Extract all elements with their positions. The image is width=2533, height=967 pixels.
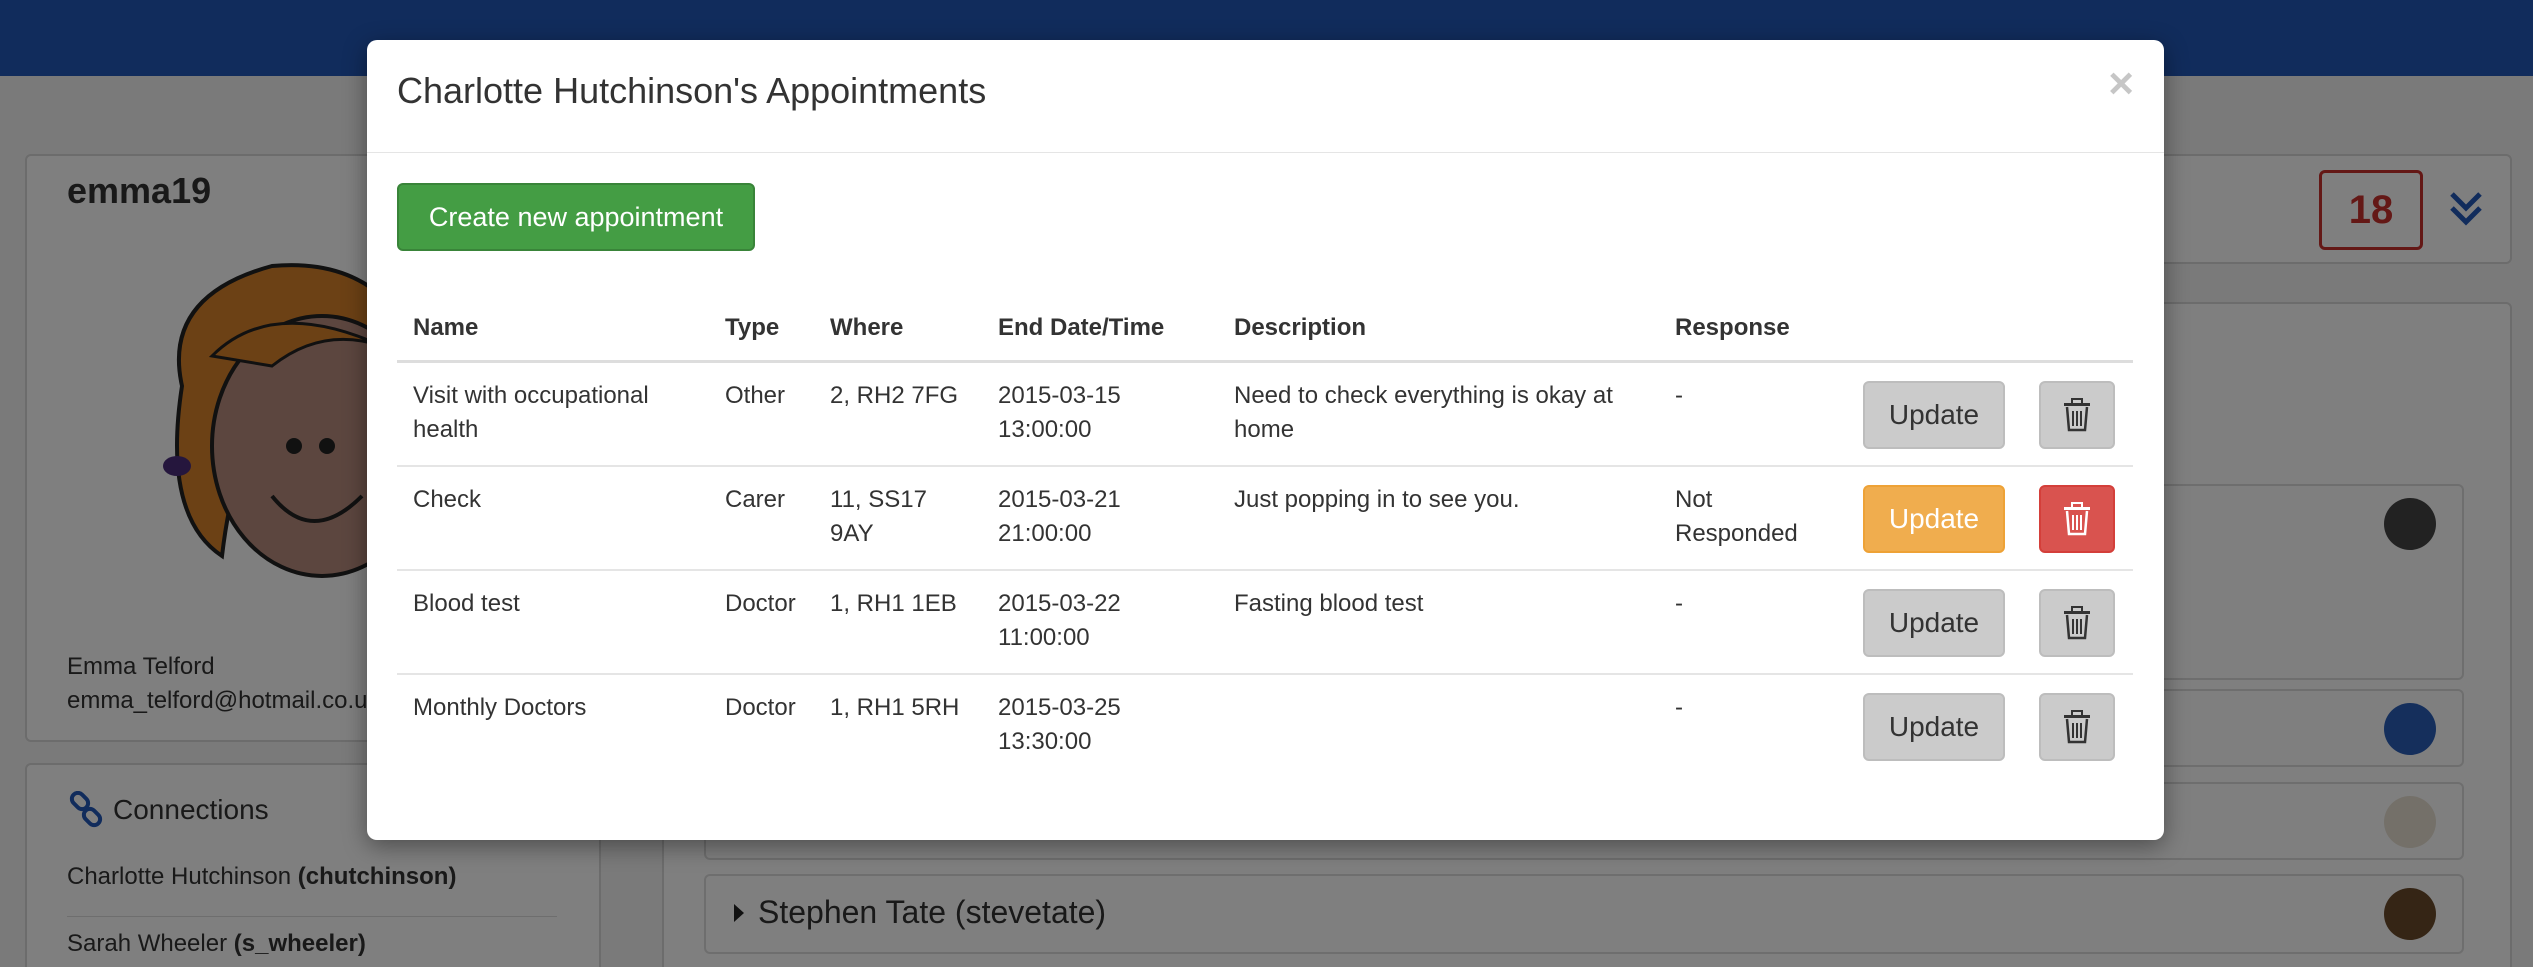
cell-delete bbox=[2023, 465, 2133, 570]
column-header-end-datetime: End Date/Time bbox=[982, 314, 1218, 363]
appointments-modal: Charlotte Hutchinson's Appointments × Cr… bbox=[367, 40, 2164, 840]
cell-delete bbox=[2023, 673, 2133, 778]
delete-button[interactable] bbox=[2039, 693, 2115, 761]
cell-end-datetime: 2015-03-22 11:00:00 bbox=[982, 569, 1218, 674]
cell-type: Other bbox=[725, 382, 786, 409]
cell-where: 11, SS17 9AY bbox=[814, 465, 982, 570]
appointments-table: Name Type Where End Date/Time Descriptio… bbox=[397, 314, 2133, 778]
cell-update: Update bbox=[1847, 673, 2023, 778]
table-header-row: Name Type Where End Date/Time Descriptio… bbox=[397, 314, 2133, 363]
trash-icon bbox=[2064, 502, 2090, 536]
table-row: Check Carer 11, SS17 9AY 2015-03-21 21:00… bbox=[397, 465, 2133, 570]
cell-end-datetime: 2015-03-21 21:00:00 bbox=[982, 465, 1218, 570]
update-button[interactable]: Update bbox=[1863, 693, 2005, 761]
cell-name: Monthly Doctors bbox=[397, 673, 709, 778]
cell-description: Need to check everything is okay at home bbox=[1234, 382, 1613, 443]
cell-update: Update bbox=[1847, 362, 2023, 467]
create-appointment-button[interactable]: Create new appointment bbox=[397, 183, 755, 251]
end-time: 13:00:00 bbox=[998, 416, 1092, 443]
column-header-where: Where bbox=[814, 314, 982, 363]
column-header-name: Name bbox=[397, 314, 709, 363]
cell-response: - bbox=[1659, 569, 1847, 674]
delete-button[interactable] bbox=[2039, 381, 2115, 449]
end-date: 2015-03-21 bbox=[998, 486, 1121, 513]
modal-header: Charlotte Hutchinson's Appointments × bbox=[367, 40, 2164, 153]
cell-type: Carer bbox=[709, 465, 814, 570]
cell-description bbox=[1218, 673, 1659, 778]
cell-description: Fasting blood test bbox=[1218, 569, 1659, 674]
column-header-update bbox=[1847, 314, 2023, 363]
column-header-type: Type bbox=[709, 314, 814, 363]
trash-icon bbox=[2064, 710, 2090, 744]
cell-where: 1, RH1 5RH bbox=[814, 673, 982, 778]
update-button[interactable]: Update bbox=[1863, 381, 2005, 449]
column-header-response: Response bbox=[1659, 314, 1847, 363]
cell-end-datetime: 2015-03-15 13:00:00 bbox=[982, 362, 1218, 467]
table-row: Monthly Doctors Doctor 1, RH1 5RH 2015-0… bbox=[397, 673, 2133, 778]
end-time: 21:00:00 bbox=[998, 520, 1092, 547]
cell-update: Update bbox=[1847, 465, 2023, 570]
update-button[interactable]: Update bbox=[1863, 589, 2005, 657]
cell-type: Doctor bbox=[709, 569, 814, 674]
delete-button[interactable] bbox=[2039, 485, 2115, 553]
cell-name: Visit with occupational health bbox=[413, 382, 649, 443]
cell-response: - bbox=[1659, 673, 1847, 778]
trash-icon bbox=[2064, 606, 2090, 640]
cell-where: 2, RH2 7FG bbox=[830, 382, 959, 409]
cell-response: Not Responded bbox=[1659, 465, 1847, 570]
cell-update: Update bbox=[1847, 569, 2023, 674]
column-header-description: Description bbox=[1218, 314, 1659, 363]
cell-end-datetime: 2015-03-25 13:30:00 bbox=[982, 673, 1218, 778]
cell-type: Doctor bbox=[709, 673, 814, 778]
trash-icon bbox=[2064, 398, 2090, 432]
end-date: 2015-03-22 bbox=[998, 590, 1121, 617]
update-button[interactable]: Update bbox=[1863, 485, 2005, 553]
cell-response: - bbox=[1675, 382, 1683, 409]
delete-button[interactable] bbox=[2039, 589, 2115, 657]
cell-name: Blood test bbox=[397, 569, 709, 674]
cell-name: Check bbox=[397, 465, 709, 570]
table-row: Blood test Doctor 1, RH1 1EB 2015-03-22 1… bbox=[397, 569, 2133, 674]
end-date: 2015-03-25 bbox=[998, 694, 1121, 721]
cell-delete bbox=[2023, 362, 2133, 467]
end-time: 11:00:00 bbox=[998, 624, 1090, 651]
column-header-delete bbox=[2023, 314, 2133, 363]
end-time: 13:30:00 bbox=[998, 728, 1092, 755]
modal-title: Charlotte Hutchinson's Appointments bbox=[397, 70, 987, 111]
cell-where: 1, RH1 1EB bbox=[814, 569, 982, 674]
close-icon[interactable]: × bbox=[2108, 62, 2134, 106]
table-row: Visit with occupational health Other 2, … bbox=[397, 362, 2133, 467]
cell-description: Just popping in to see you. bbox=[1218, 465, 1659, 570]
cell-delete bbox=[2023, 569, 2133, 674]
end-date: 2015-03-15 bbox=[998, 382, 1121, 409]
